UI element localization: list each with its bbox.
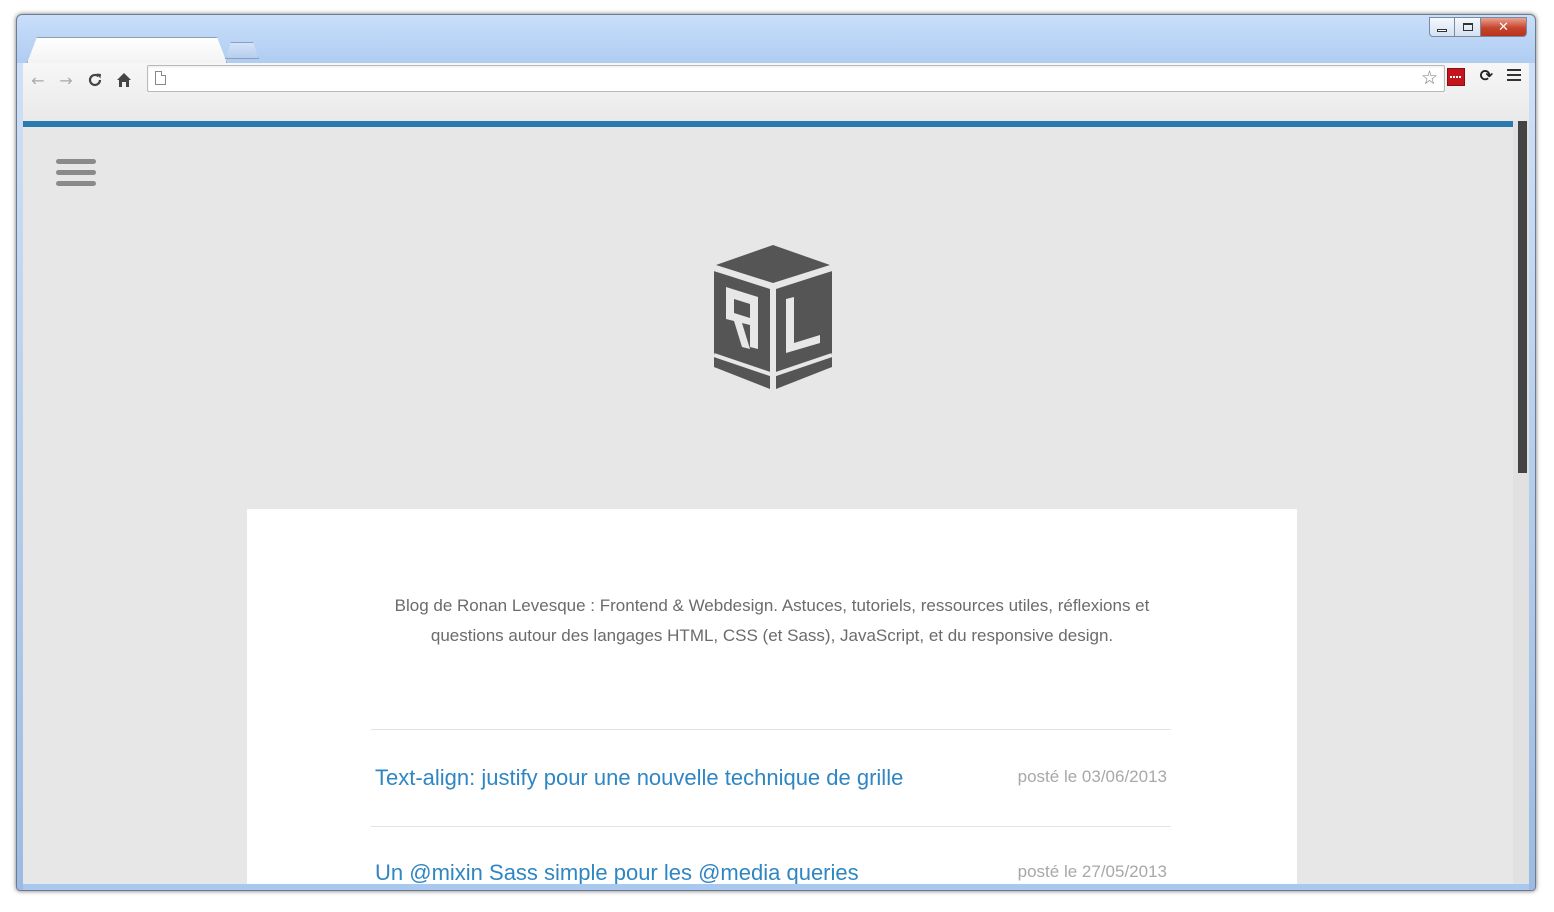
site-logo[interactable] [712, 245, 834, 391]
divider [371, 729, 1171, 730]
reload-icon [88, 73, 102, 87]
forward-button[interactable]: → [55, 69, 77, 91]
post-date: posté le 27/05/2013 [1017, 862, 1167, 881]
page-scrollbar[interactable] [1513, 121, 1529, 884]
divider [371, 826, 1171, 827]
home-icon [117, 73, 131, 87]
extension-red-icon[interactable] [1447, 68, 1465, 86]
close-button[interactable]: ✕ [1481, 17, 1527, 37]
star-icon[interactable]: ☆ [1421, 67, 1438, 89]
post-title-link[interactable]: Text-align: justify pour une nouvelle te… [375, 765, 935, 791]
back-button[interactable]: ← [27, 69, 49, 91]
page-icon [155, 71, 166, 85]
browser-toolbar: ← → ☆ ⟳ [23, 63, 1529, 122]
address-bar[interactable]: ☆ [147, 65, 1445, 92]
post-date: posté le 03/06/2013 [1017, 767, 1167, 786]
scrollbar-thumb[interactable] [1518, 121, 1527, 473]
hamburger-menu-icon[interactable] [56, 159, 96, 192]
minimize-button[interactable] [1429, 17, 1455, 37]
home-button[interactable] [113, 69, 135, 91]
window-frame-right [1529, 63, 1535, 890]
forward-arrow-icon: → [59, 70, 73, 90]
menu-icon[interactable] [1507, 69, 1521, 84]
maximize-button[interactable] [1455, 17, 1481, 37]
reload-button[interactable] [84, 69, 106, 91]
page-viewport: Blog de Ronan Levesque : Frontend & Webd… [23, 121, 1529, 884]
content-card: Blog de Ronan Levesque : Frontend & Webd… [247, 509, 1297, 884]
window-controls: ✕ [1429, 17, 1527, 37]
maximize-icon [1462, 23, 1473, 31]
back-arrow-icon: ← [31, 70, 45, 90]
extension-sync-icon[interactable]: ⟳ [1480, 66, 1493, 85]
new-tab-button[interactable] [225, 42, 259, 59]
minimize-icon [1437, 28, 1447, 32]
post-item[interactable]: Text-align: justify pour une nouvelle te… [371, 765, 1171, 805]
blog-tagline: Blog de Ronan Levesque : Frontend & Webd… [394, 596, 1150, 645]
top-accent-bar [23, 121, 1513, 127]
post-item[interactable]: Un @mixin Sass simple pour les @media qu… [371, 860, 1171, 884]
address-input[interactable] [174, 66, 1410, 91]
browser-tab-active[interactable] [27, 37, 227, 63]
post-title-link[interactable]: Un @mixin Sass simple pour les @media qu… [375, 860, 935, 884]
browser-window: ✕ ← → ☆ ⟳ Blog de Ronan Levesque: Front… [16, 14, 1536, 891]
